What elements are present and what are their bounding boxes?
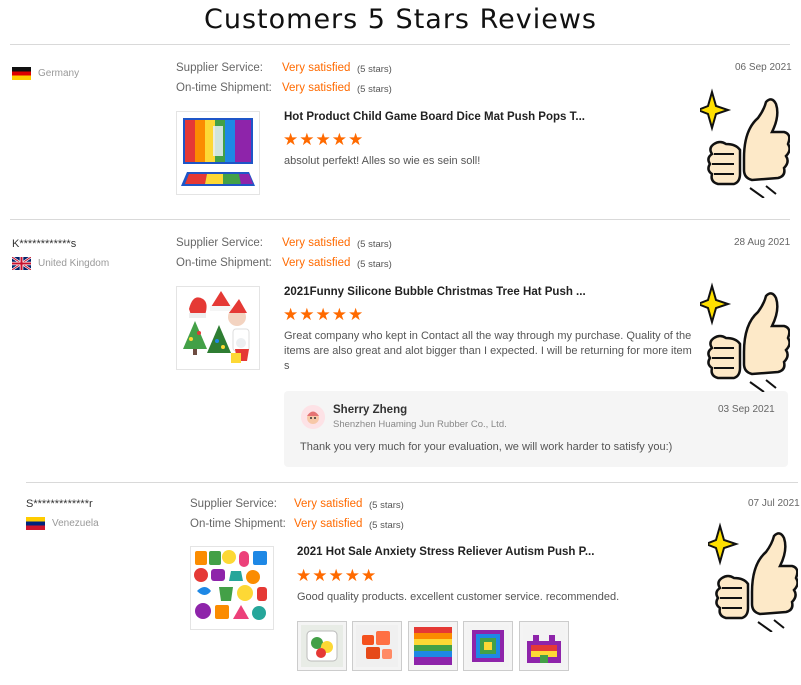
- buyer-country: Venezuela: [26, 517, 99, 530]
- game-board-image: [181, 118, 255, 186]
- thumbs-up-sparkle-icon: [700, 88, 790, 198]
- christmas-toys-image: [183, 291, 250, 363]
- ontime-shipment-label: On-time Shipment:: [190, 518, 286, 530]
- product-thumbnail[interactable]: [176, 111, 260, 195]
- supplier-service-value: Very satisfied: [294, 498, 363, 510]
- divider: [26, 482, 798, 483]
- product-title[interactable]: Hot Product Child Game Board Dice Mat Pu…: [284, 111, 585, 123]
- ontime-shipment-stars: (5 stars): [369, 520, 404, 531]
- star-rating: ★★★★★: [296, 566, 378, 585]
- germany-flag-icon: [12, 67, 31, 80]
- supplier-service-label: Supplier Service:: [190, 498, 277, 510]
- united-kingdom-flag-icon: [12, 257, 31, 270]
- supplier-service-stars: (5 stars): [357, 239, 392, 250]
- supplier-service-label: Supplier Service:: [176, 62, 263, 74]
- product-title[interactable]: 2021Funny Silicone Bubble Christmas Tree…: [284, 286, 586, 298]
- review-photo[interactable]: [463, 621, 513, 671]
- ontime-shipment-value: Very satisfied: [294, 518, 363, 530]
- photo-rainbow-square: [414, 627, 452, 665]
- avatar: [301, 405, 325, 429]
- supplier-service-value: Very satisfied: [282, 62, 351, 74]
- country-label: Venezuela: [52, 518, 99, 529]
- buyer-name: K************s: [12, 238, 77, 250]
- review-text: Great company who kept in Contact all th…: [284, 330, 692, 372]
- divider: [10, 44, 790, 45]
- ontime-shipment-stars: (5 stars): [357, 84, 392, 95]
- reply-company-name: Shenzhen Huaming Jun Rubber Co., Ltd.: [333, 419, 507, 430]
- review-photo[interactable]: [408, 621, 458, 671]
- buyer-country: Germany: [12, 67, 79, 80]
- product-thumbnail[interactable]: [176, 286, 260, 370]
- country-label: United Kingdom: [38, 258, 110, 269]
- supplier-service-stars: (5 stars): [357, 64, 392, 75]
- supplier-service-stars: (5 stars): [369, 500, 404, 511]
- supplier-service-label: Supplier Service:: [176, 237, 263, 249]
- divider: [10, 219, 790, 220]
- reply-date: 03 Sep 2021: [718, 404, 775, 415]
- ontime-shipment-label: On-time Shipment:: [176, 82, 272, 94]
- star-rating: ★★★★★: [283, 130, 365, 149]
- star-rating: ★★★★★: [283, 305, 365, 324]
- review-date: 28 Aug 2021: [734, 237, 791, 248]
- photo-rainbow-frame: [467, 625, 509, 667]
- reply-text: Thank you very much for your evaluation,…: [300, 441, 673, 453]
- country-label: Germany: [38, 68, 80, 79]
- review-date: 06 Sep 2021: [735, 62, 792, 73]
- photo-packaged-toy: [301, 625, 343, 667]
- push-pop-collection-image: [194, 550, 267, 620]
- review-photo[interactable]: [297, 621, 347, 671]
- ontime-shipment-label: On-time Shipment:: [176, 257, 272, 269]
- ontime-shipment-value: Very satisfied: [282, 257, 351, 269]
- photo-castle-toy: [523, 625, 565, 667]
- ontime-shipment-stars: (5 stars): [357, 259, 392, 270]
- review-text: absolut perfekt! Alles so wie es sein so…: [284, 155, 481, 167]
- thumbs-up-sparkle-icon: [708, 522, 798, 632]
- buyer-country: United Kingdom: [12, 257, 109, 270]
- review-photo[interactable]: [352, 621, 402, 671]
- reply-author-name: Sherry Zheng: [333, 404, 408, 416]
- product-title[interactable]: 2021 Hot Sale Anxiety Stress Reliever Au…: [297, 546, 594, 558]
- review-text: Good quality products. excellent custome…: [297, 591, 620, 603]
- photo-orange-toy: [356, 625, 398, 667]
- product-thumbnail[interactable]: [190, 546, 274, 630]
- venezuela-flag-icon: [26, 517, 45, 530]
- thumbs-up-sparkle-icon: [700, 282, 790, 392]
- review-date: 07 Jul 2021: [748, 498, 800, 509]
- review-photo[interactable]: [519, 621, 569, 671]
- ontime-shipment-value: Very satisfied: [282, 82, 351, 94]
- supplier-service-value: Very satisfied: [282, 237, 351, 249]
- seller-reply: Sherry Zheng Shenzhen Huaming Jun Rubber…: [284, 391, 788, 467]
- page-title: Customers 5 Stars Reviews: [204, 4, 597, 35]
- buyer-name: S*************r: [26, 498, 93, 510]
